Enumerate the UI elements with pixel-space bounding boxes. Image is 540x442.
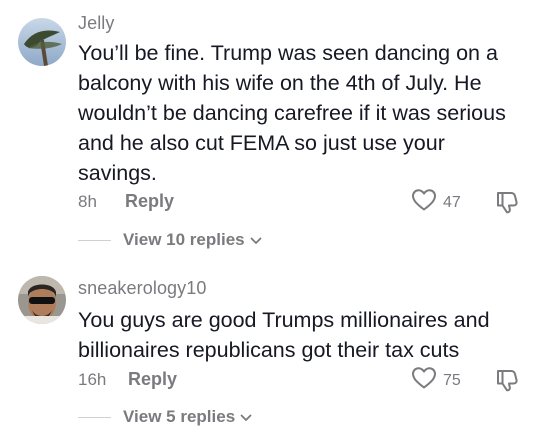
heart-outline-icon (411, 366, 437, 395)
chevron-down-icon (250, 232, 262, 250)
reply-button[interactable]: Reply (125, 191, 174, 212)
comment-text: You guys are good Trumps millionaires an… (78, 308, 490, 362)
dislike-button[interactable] (494, 189, 520, 220)
heart-outline-icon (411, 188, 437, 217)
comment-text: You’ll be fine. Trump was seen dancing o… (78, 41, 506, 185)
comment-username[interactable]: Jelly (78, 13, 115, 34)
comment-item: sneakerology10 You guys are good Trumps … (0, 270, 540, 442)
comment-username[interactable]: sneakerology10 (78, 278, 207, 299)
replies-divider (78, 416, 111, 418)
view-replies-label: View 5 replies (123, 407, 236, 426)
chevron-down-icon (240, 409, 252, 427)
like-count: 47 (443, 193, 461, 211)
avatar-image (18, 18, 66, 66)
view-replies-button[interactable]: View 10 replies (78, 230, 262, 250)
avatar[interactable] (18, 18, 66, 66)
like-button[interactable]: 47 (411, 188, 461, 217)
reply-button[interactable]: Reply (128, 369, 177, 390)
like-button[interactable]: 75 (411, 366, 461, 395)
replies-divider (78, 239, 111, 241)
thumbs-down-outline-icon (494, 370, 520, 397)
avatar-image (18, 276, 66, 324)
comment-timestamp: 16h (78, 370, 107, 389)
thumbs-down-outline-icon (494, 192, 520, 219)
comment-item: Jelly You’ll be fine. Trump was seen dan… (0, 0, 540, 262)
view-replies-label: View 10 replies (123, 230, 245, 249)
avatar[interactable] (18, 276, 66, 324)
dislike-button[interactable] (494, 367, 520, 398)
comment-timestamp: 8h (78, 192, 97, 211)
like-count: 75 (443, 371, 461, 389)
view-replies-button[interactable]: View 5 replies (78, 407, 252, 427)
